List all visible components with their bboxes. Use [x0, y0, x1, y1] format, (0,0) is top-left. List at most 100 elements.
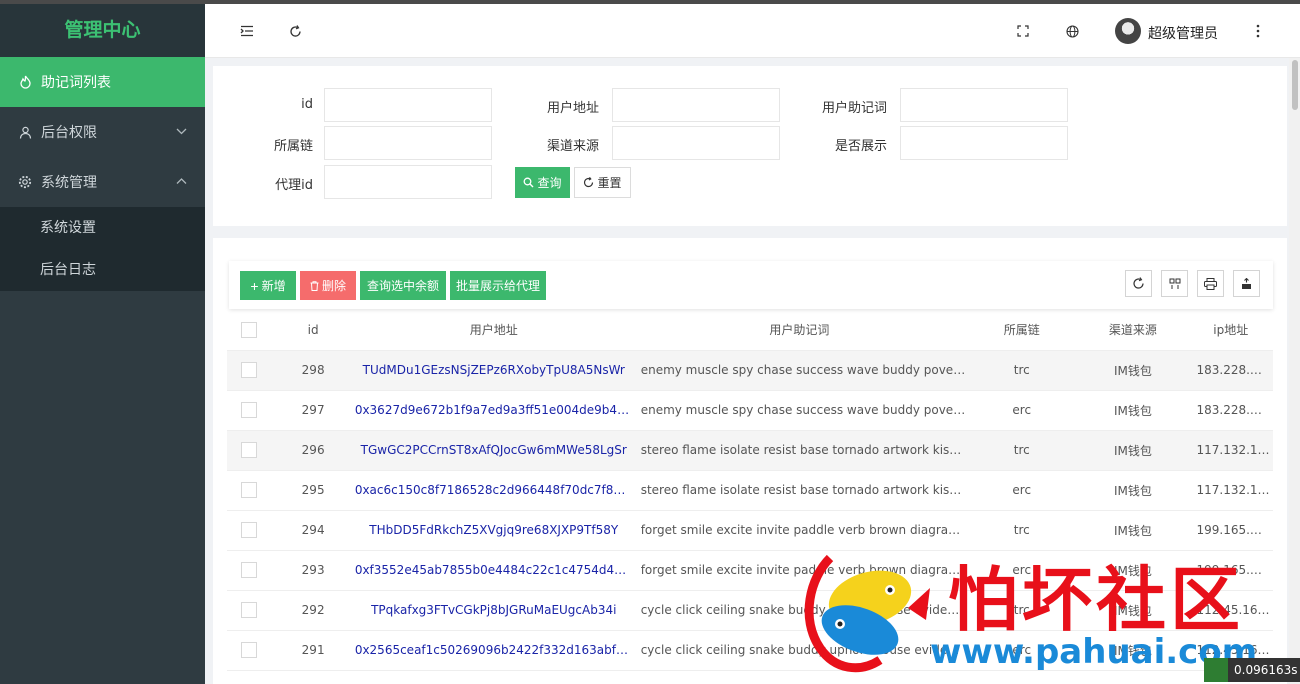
address-cell[interactable]: TGwGC2PCCrnST8xAfQJocGw6mMWe58LgSr [354, 430, 633, 471]
print-icon[interactable] [1197, 270, 1224, 297]
id-cell: 293 [271, 550, 355, 591]
row-select-cell[interactable] [227, 430, 272, 471]
address-cell[interactable]: 0x2565ceaf1c50269096b2422f332d163abf153e… [354, 630, 633, 671]
refresh-icon[interactable] [285, 21, 305, 41]
row-checkbox[interactable] [241, 602, 258, 618]
mnemonic-cell: enemy muscle spy chase success wave budd… [632, 350, 967, 391]
add-button[interactable]: + 新增 [240, 271, 296, 300]
channel-input[interactable] [612, 126, 780, 160]
app-title: 管理中心 [0, 4, 205, 57]
plus-icon: + [250, 277, 259, 294]
delete-button[interactable]: 删除 [300, 271, 356, 300]
id-cell: 291 [271, 630, 355, 671]
mnemonic-cell: cycle click ceiling snake buddy uphold h… [632, 630, 967, 671]
address-cell[interactable]: 0x3627d9e672b1f9a7ed9a3ff51e004de9b46397… [354, 390, 633, 431]
scrollbar-thumb[interactable] [1292, 60, 1298, 110]
table-row[interactable]: 291 0x2565ceaf1c50269096b2422f332d163abf… [227, 630, 1273, 671]
reset-button-label: 重置 [597, 176, 622, 190]
table-row[interactable]: 298 TUdMDu1GEzsNSjZEPz6RXobyTpU8A5NsWr e… [227, 350, 1273, 391]
ip-cell: 183.228.… [1188, 390, 1273, 431]
globe-icon[interactable] [1062, 21, 1082, 41]
row-select-cell[interactable] [227, 590, 272, 631]
display-select[interactable] [900, 126, 1068, 160]
address-cell[interactable]: 0xf3552e45ab7855b0e4484c22c1c4754d444e3e… [354, 550, 633, 591]
agent-id-input[interactable] [324, 165, 492, 199]
sidebar-submenu: 系统设置 后台日志 [0, 207, 205, 291]
row-checkbox[interactable] [241, 362, 258, 378]
column-header-mnemonic[interactable]: 用户助记词 [632, 310, 967, 351]
username[interactable]: 超级管理员 [1148, 23, 1218, 43]
fire-icon [18, 75, 32, 89]
table-row[interactable]: 294 THbDD5FdRkchZ5XVgjq9re68XJXP9Tf58Y f… [227, 510, 1273, 551]
avatar[interactable] [1115, 18, 1141, 44]
table-row[interactable]: 292 TPqkafxg3FTvCGkPj8bJGRuMaEUgcAb34i c… [227, 590, 1273, 631]
columns-icon[interactable] [1161, 270, 1188, 297]
chain-input[interactable] [324, 126, 492, 160]
sidebar-item-admin-logs[interactable]: 后台日志 [0, 249, 205, 291]
row-select-cell[interactable] [227, 630, 272, 671]
address-cell[interactable]: THbDD5FdRkchZ5XVgjq9re68XJXP9Tf58Y [354, 510, 633, 551]
table-row[interactable]: 293 0xf3552e45ab7855b0e4484c22c1c4754d44… [227, 550, 1273, 591]
table-toolbar: + 新增 删除 查询选中余额 批量展示给代理 [229, 261, 1273, 309]
more-vertical-icon[interactable] [1248, 21, 1268, 41]
column-header-address[interactable]: 用户地址 [354, 310, 633, 351]
address-cell[interactable]: TPqkafxg3FTvCGkPj8bJGRuMaEUgcAb34i [354, 590, 633, 631]
row-select-cell[interactable] [227, 390, 272, 431]
channel-cell: IM钱包 [1077, 510, 1189, 551]
query-button[interactable]: 查询 [515, 167, 570, 198]
sidebar-item-system-management[interactable]: 系统管理 [0, 157, 205, 207]
row-checkbox[interactable] [241, 642, 258, 658]
row-checkbox[interactable] [241, 482, 258, 498]
row-checkbox[interactable] [241, 402, 258, 418]
channel-cell: IM钱包 [1077, 470, 1189, 511]
mnemonic-input[interactable] [900, 88, 1068, 122]
ip-cell: 117.132.1… [1188, 430, 1273, 471]
sidebar: 管理中心 助记词列表 后台权限 系统管理 系统设置 后台日志 [0, 4, 205, 684]
chain-cell: trc [966, 430, 1078, 471]
channel-cell: IM钱包 [1077, 630, 1189, 671]
column-header-channel[interactable]: 渠道来源 [1077, 310, 1189, 351]
query-button-label: 查询 [537, 176, 562, 190]
table-row[interactable]: 297 0x3627d9e672b1f9a7ed9a3ff51e004de9b4… [227, 390, 1273, 431]
chain-cell: erc [966, 630, 1078, 671]
address-cell[interactable]: 0xac6c150c8f7186528c2d966448f70dc7f87b59… [354, 470, 633, 511]
sidebar-item-admin-permissions[interactable]: 后台权限 [0, 107, 205, 157]
address-cell[interactable]: TUdMDu1GEzsNSjZEPz6RXobyTpU8A5NsWr [354, 350, 633, 391]
mnemonic-cell: stereo flame isolate resist base tornado… [632, 430, 967, 471]
row-checkbox[interactable] [241, 522, 258, 538]
page-scrollbar[interactable] [1289, 58, 1300, 684]
chain-cell: trc [966, 350, 1078, 391]
batch-display-to-agent-button[interactable]: 批量展示给代理 [450, 271, 546, 300]
export-icon[interactable] [1233, 270, 1260, 297]
menu-toggle-icon[interactable] [237, 21, 257, 41]
row-select-cell[interactable] [227, 510, 272, 551]
channel-cell: IM钱包 [1077, 430, 1189, 471]
select-all-checkbox[interactable] [241, 321, 258, 338]
row-select-cell[interactable] [227, 350, 272, 391]
channel-cell: IM钱包 [1077, 390, 1189, 431]
row-select-cell[interactable] [227, 550, 272, 591]
row-checkbox[interactable] [241, 442, 258, 458]
ip-cell: 199.165.… [1188, 510, 1273, 551]
fullscreen-icon[interactable] [1013, 21, 1033, 41]
query-selected-balance-button[interactable]: 查询选中余额 [360, 271, 446, 300]
column-header-chain[interactable]: 所属链 [966, 310, 1078, 351]
table-row[interactable]: 295 0xac6c150c8f7186528c2d966448f70dc7f8… [227, 470, 1273, 511]
refresh-icon [584, 177, 594, 188]
sidebar-item-mnemonic-list[interactable]: 助记词列表 [0, 57, 205, 107]
column-header-ip[interactable]: ip地址 [1188, 310, 1273, 351]
sidebar-item-system-settings[interactable]: 系统设置 [0, 207, 205, 249]
table-refresh-icon[interactable] [1125, 270, 1152, 297]
row-select-cell[interactable] [227, 470, 272, 511]
chevron-up-icon [176, 175, 187, 188]
table-row[interactable]: 296 TGwGC2PCCrnST8xAfQJocGw6mMWe58LgSr s… [227, 430, 1273, 471]
reset-button[interactable]: 重置 [574, 167, 631, 198]
id-input[interactable] [324, 88, 492, 122]
column-header-id[interactable]: id [271, 310, 355, 351]
row-checkbox[interactable] [241, 562, 258, 578]
ip-cell: 183.228.… [1188, 350, 1273, 391]
channel-cell: IM钱包 [1077, 550, 1189, 591]
address-input[interactable] [612, 88, 780, 122]
id-cell: 294 [271, 510, 355, 551]
select-all-header[interactable] [227, 310, 272, 351]
